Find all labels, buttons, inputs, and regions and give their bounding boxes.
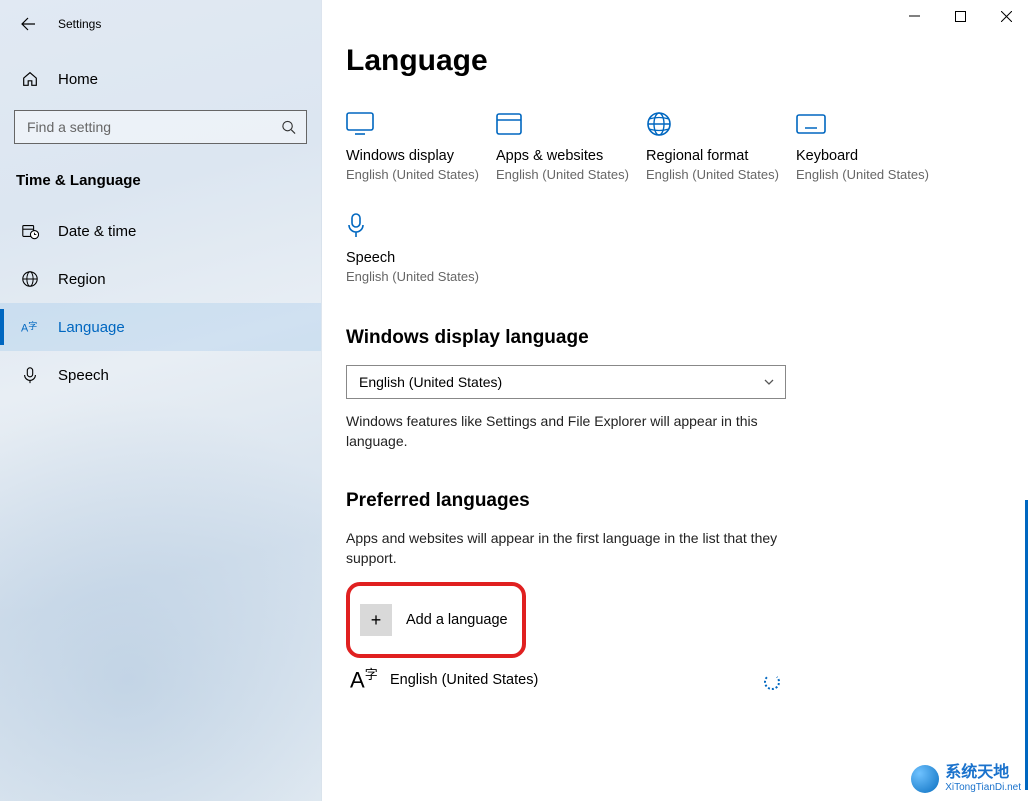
tile-sub: English (United States) — [646, 166, 796, 184]
tile-label: Speech — [346, 250, 496, 266]
microphone-icon — [20, 366, 40, 384]
tile-sub: English (United States) — [346, 166, 496, 184]
plus-icon: + — [360, 604, 392, 636]
nav-item-region[interactable]: Region — [0, 255, 321, 303]
window-controls — [891, 0, 1029, 32]
maximize-icon — [955, 11, 966, 22]
content-pane: Language Windows display English (United… — [322, 0, 1029, 801]
display-language-value: English (United States) — [359, 374, 502, 390]
back-button[interactable] — [12, 8, 44, 40]
nav-item-label: Language — [58, 319, 125, 336]
display-language-select[interactable]: English (United States) — [346, 365, 786, 399]
tile-sub: English (United States) — [346, 268, 496, 286]
scrollbar[interactable] — [1025, 500, 1028, 790]
nav-list: Date & time Region A字 Language Speech — [0, 207, 321, 399]
section-header: Time & Language — [16, 172, 321, 189]
display-language-hint: Windows features like Settings and File … — [346, 411, 786, 452]
svg-text:字: 字 — [28, 320, 37, 331]
maximize-button[interactable] — [937, 0, 983, 32]
tile-apps-websites[interactable]: Apps & websites English (United States) — [496, 108, 646, 184]
tile-regional-format[interactable]: Regional format English (United States) — [646, 108, 796, 184]
arrow-left-icon — [20, 16, 36, 32]
nav-item-language[interactable]: A字 Language — [0, 303, 321, 351]
nav-item-label: Speech — [58, 367, 109, 384]
search-input[interactable] — [25, 118, 270, 136]
section-display-language-title: Windows display language — [346, 327, 1029, 349]
preferred-language-name: English (United States) — [390, 672, 538, 688]
nav-item-label: Date & time — [58, 223, 136, 240]
keyboard-icon — [796, 108, 946, 140]
tile-windows-display[interactable]: Windows display English (United States) — [346, 108, 496, 184]
annotation-highlight: + Add a language — [346, 582, 526, 658]
section-preferred-title: Preferred languages — [346, 490, 1029, 512]
language-glyph-icon: A字 — [350, 668, 390, 691]
titlebar-left: Settings — [0, 8, 321, 40]
tile-label: Regional format — [646, 148, 796, 164]
microphone-icon — [346, 210, 496, 242]
app-title: Settings — [58, 17, 101, 31]
language-overview-tiles: Windows display English (United States) … — [346, 108, 986, 311]
tile-label: Apps & websites — [496, 148, 646, 164]
home-icon — [20, 70, 40, 88]
add-language-button[interactable]: + Add a language — [354, 592, 522, 648]
nav-item-speech[interactable]: Speech — [0, 351, 321, 399]
tile-sub: English (United States) — [496, 166, 646, 184]
tile-label: Keyboard — [796, 148, 946, 164]
minimize-button[interactable] — [891, 0, 937, 32]
language-icon: A字 — [20, 318, 40, 336]
search-icon — [281, 120, 296, 135]
watermark-globe-icon — [911, 765, 939, 793]
watermark-title: 系统天地 — [945, 764, 1021, 782]
search-box[interactable] — [14, 110, 307, 144]
globe-icon — [646, 108, 796, 140]
tile-label: Windows display — [346, 148, 496, 164]
chevron-down-icon — [763, 376, 775, 388]
page-title: Language — [346, 44, 1029, 78]
globe-icon — [20, 270, 40, 288]
tile-speech[interactable]: Speech English (United States) — [346, 210, 496, 286]
nav-home-label: Home — [58, 71, 98, 88]
nav-item-datetime[interactable]: Date & time — [0, 207, 321, 255]
loading-spinner-icon — [764, 674, 780, 690]
nav-home[interactable]: Home — [0, 52, 321, 106]
preferred-language-item[interactable]: A字 English (United States) — [346, 668, 786, 691]
tile-keyboard[interactable]: Keyboard English (United States) — [796, 108, 946, 184]
close-button[interactable] — [983, 0, 1029, 32]
close-icon — [1001, 11, 1012, 22]
add-language-label: Add a language — [406, 612, 508, 628]
preferred-hint: Apps and websites will appear in the fir… — [346, 528, 806, 569]
watermark-sub: XiTongTianDi.net — [945, 782, 1021, 793]
watermark: 系统天地 XiTongTianDi.net — [911, 764, 1021, 793]
minimize-icon — [909, 11, 920, 22]
tile-sub: English (United States) — [796, 166, 946, 184]
nav-item-label: Region — [58, 271, 106, 288]
sidebar: Settings Home Time & Language Date & — [0, 0, 322, 801]
clock-calendar-icon — [20, 222, 40, 240]
window-icon — [496, 108, 646, 140]
monitor-icon — [346, 108, 496, 140]
